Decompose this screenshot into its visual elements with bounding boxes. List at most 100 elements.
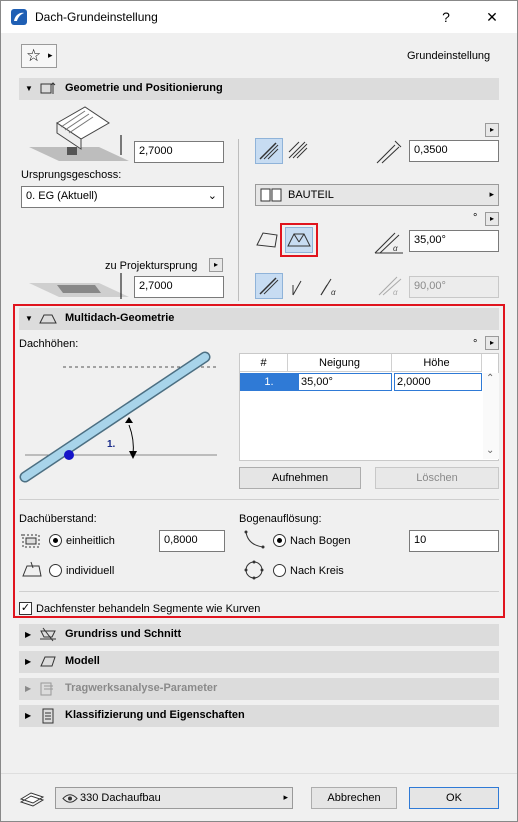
roof-levels-popup-button[interactable]: ▸ [485, 336, 499, 350]
edge-vertical-button[interactable] [255, 273, 283, 299]
edge-vertical-icon[interactable] [287, 275, 311, 297]
preset-name: Grundeinstellung [407, 50, 491, 62]
hatched-slab-icon [259, 142, 279, 160]
collapse-triangle-icon: ▶ [25, 684, 32, 693]
help-button[interactable]: ? [423, 1, 469, 33]
circle-segment-icon [244, 560, 264, 580]
skylights-label: Dachfenster behandeln Segmente wie Kurve… [36, 603, 261, 615]
scroll-down-icon[interactable]: ⌄ [486, 445, 494, 456]
degree-unit-label: ° [473, 212, 478, 224]
roof-height-diagram-icon [29, 106, 129, 161]
cancel-button[interactable]: Abbrechen [311, 787, 397, 809]
arc-segments-field[interactable]: 10 [409, 530, 499, 552]
layer-select[interactable]: 330 Dachaufbau ▸ [55, 787, 293, 809]
row-number: 1. [240, 373, 298, 391]
section-structural-label: Tragwerksanalyse-Parameter [65, 682, 218, 694]
thickness-popup-button[interactable]: ▸ [485, 123, 499, 137]
column-header-pitch: Neigung [288, 354, 392, 372]
window-title: Dach-Grundeinstellung [35, 10, 158, 24]
angle-popup-button[interactable]: ▸ [485, 212, 499, 226]
arc-resolution-label: Bogenauflösung: [239, 513, 322, 525]
origin-story-select[interactable]: 0. EG (Aktuell) ⌄ [21, 186, 224, 208]
table-row[interactable]: 1. 35,00° 2,0000 [240, 373, 482, 391]
origin-story-label: Ursprungsgeschoss: [21, 169, 122, 181]
edge-angle-field: 90,00° [409, 276, 499, 298]
section-model-header[interactable]: ▶ Modell [19, 651, 499, 673]
roof-levels-table[interactable]: # Neigung Höhe 1. 35,00° 2,0000 ⌃ ⌄ [239, 353, 499, 461]
column-header-height: Höhe [392, 354, 482, 372]
section-plan-header[interactable]: ▶ Grundriss und Schnitt [19, 624, 499, 646]
overhang-individual-radio[interactable] [49, 564, 62, 577]
roof-type-highlight [280, 223, 318, 257]
project-zero-label: zu Projektursprung [105, 260, 198, 272]
roof-height-field[interactable]: 2,7000 [134, 141, 224, 163]
scroll-up-icon[interactable]: ⌃ [486, 373, 494, 384]
chevron-right-icon: ▸ [48, 50, 53, 60]
arc-by-arc-label: Nach Bogen [290, 535, 351, 547]
degree-unit-label: ° [473, 338, 478, 350]
collapse-triangle-icon: ▶ [25, 630, 32, 639]
svg-text:α: α [393, 244, 398, 253]
collapse-triangle-icon: ▶ [25, 657, 32, 666]
project-zero-popup-button[interactable]: ▸ [209, 258, 223, 272]
thickness-icon [376, 140, 402, 164]
table-scrollbar[interactable]: ⌃ ⌄ [483, 373, 499, 459]
arc-by-circle-label: Nach Kreis [290, 565, 344, 577]
row-height-cell[interactable]: 2,0000 [394, 373, 482, 391]
section-model-label: Modell [65, 655, 100, 667]
building-material-select[interactable]: BAUTEIL ▸ [255, 184, 499, 206]
overhang-uniform-radio[interactable] [49, 534, 62, 547]
arc-by-arc-radio[interactable] [273, 534, 286, 547]
classification-icon [42, 708, 54, 724]
section-classification-label: Klassifizierung und Eigenschaften [65, 709, 245, 721]
arc-by-circle-radio[interactable] [273, 564, 286, 577]
section-plan-label: Grundriss und Schnitt [65, 628, 182, 640]
chevron-right-icon: ▸ [283, 792, 288, 802]
pitch-angle-field[interactable]: 35,00° [409, 230, 499, 252]
section-geometry-header[interactable]: ▼ Geometrie und Positionierung [19, 78, 499, 100]
column-divider [238, 139, 239, 301]
hatched-surface-icon [288, 141, 308, 159]
section-multiroof-header[interactable]: ▼ Multidach-Geometrie [19, 308, 499, 330]
skylights-checkbox[interactable]: ✓ [19, 602, 32, 615]
ok-button[interactable]: OK [409, 787, 499, 809]
close-button[interactable]: ✕ [469, 1, 515, 33]
overhang-uniform-label: einheitlich [66, 535, 115, 547]
structural-analysis-icon [40, 682, 53, 696]
overhang-individual-icon [22, 561, 42, 577]
eye-icon [62, 794, 78, 803]
dialog-window: Dach-Grundeinstellung ? ✕ ☆ ▸ Grundeinst… [0, 0, 518, 822]
edge-perpendicular-icon [259, 277, 279, 295]
project-zero-field[interactable]: 2,7000 [134, 276, 224, 298]
building-material-label: BAUTEIL [288, 189, 334, 201]
expand-triangle-icon: ▼ [25, 84, 33, 93]
roof-level-label: 1. [107, 439, 116, 450]
geometry-position-icon [40, 82, 56, 94]
surface-mode-button[interactable] [285, 138, 313, 164]
footer-divider [1, 773, 517, 774]
favorites-button[interactable]: ☆ ▸ [21, 44, 57, 68]
section-geometry-label: Geometrie und Positionierung [65, 82, 223, 94]
row-pitch-cell[interactable]: 35,00° [298, 373, 392, 391]
expand-triangle-icon: ▼ [25, 314, 33, 323]
arc-segment-icon [244, 530, 265, 549]
project-zero-diagram-icon [29, 273, 129, 299]
layer-label: 330 Dachaufbau [80, 792, 161, 804]
add-level-button[interactable]: Aufnehmen [239, 467, 361, 489]
overhang-label: Dachüberstand: [19, 513, 97, 525]
single-plane-roof-icon [256, 232, 278, 248]
overhang-field[interactable]: 0,8000 [159, 530, 225, 552]
thickness-field[interactable]: 0,3500 [409, 140, 499, 162]
svg-text:α: α [393, 288, 398, 297]
section-classification-header[interactable]: ▶ Klassifizierung und Eigenschaften [19, 705, 499, 727]
collapse-triangle-icon: ▶ [25, 711, 32, 720]
material-swatch-icon [260, 188, 282, 202]
edge-custom-angle-icon[interactable]: α [317, 275, 343, 297]
model-icon [40, 656, 56, 667]
title-bar: Dach-Grundeinstellung ? ✕ [1, 1, 517, 33]
structure-mode-button[interactable] [255, 138, 283, 164]
overhang-individual-label: individuell [66, 565, 115, 577]
chevron-down-icon: ⌄ [207, 190, 217, 202]
divider [19, 591, 499, 592]
divider [19, 499, 499, 500]
